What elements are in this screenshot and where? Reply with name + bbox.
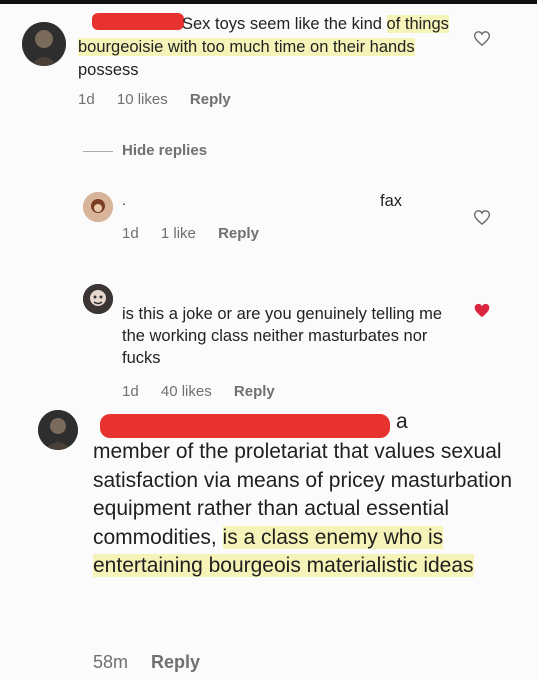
avatar[interactable] [38,410,78,450]
avatar-image [22,22,66,66]
comment-age: 1d [122,383,139,400]
hide-replies-button[interactable]: Hide replies [122,142,207,159]
avatar[interactable] [83,192,113,222]
reply-button[interactable]: Reply [234,383,275,400]
comment-text: is this a joke or are you genuinely tell… [122,305,443,367]
hide-replies-line [83,151,113,152]
comment-text-start: a [396,410,408,433]
reply-button[interactable]: Reply [190,91,231,108]
comment-meta: 1d 1 like Reply [122,225,277,242]
top-edge-bar [0,0,537,4]
comment-text: fax [380,192,403,210]
comment-age: 1d [78,91,95,108]
avatar-image [83,284,113,314]
username[interactable]: . [122,192,126,208]
like-count[interactable]: 1 like [161,225,196,242]
reply-button[interactable]: Reply [151,652,200,672]
reply-button[interactable]: Reply [218,225,259,242]
like-count[interactable]: 40 likes [161,383,212,400]
heart-icon[interactable] [474,210,490,225]
comment-text: member of the proletariat that values se… [93,440,513,577]
like-count[interactable]: 10 likes [117,91,168,108]
redacted-username [100,414,390,438]
heart-icon[interactable] [474,31,490,46]
heart-liked-icon[interactable] [474,303,490,318]
avatar-image [83,192,113,222]
avatar[interactable] [22,22,66,66]
comment-meta: 58m Reply [93,652,218,673]
comment-text: Sex toys seem like the kind of things bo… [78,15,449,79]
comment-age: 58m [93,652,129,672]
avatar[interactable] [83,284,113,314]
avatar-image [38,410,78,450]
comment-meta: 1d 40 likes Reply [122,383,293,400]
comment-meta: 1d 10 likes Reply [78,91,249,108]
comment-age: 1d [122,225,139,242]
